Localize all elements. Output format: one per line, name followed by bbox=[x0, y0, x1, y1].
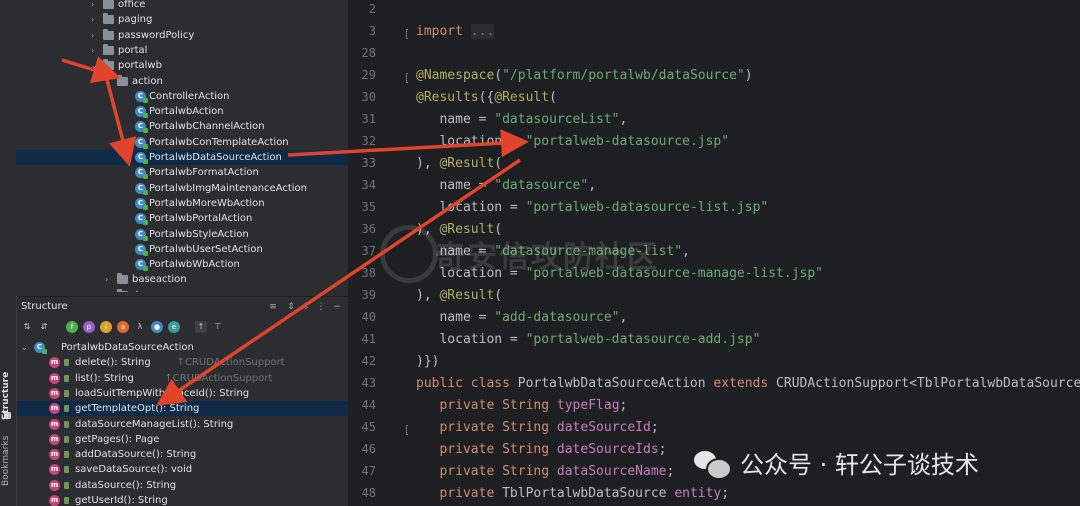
arrow-to-method bbox=[156, 158, 521, 406]
arrow-to-portalwb bbox=[61, 56, 121, 84]
ide-window: › office › paging › passwordPolicy › portal ⌄ por… bbox=[0, 0, 1080, 506]
arrow-to-jsp-location bbox=[287, 129, 529, 158]
arrow-to-action-class bbox=[104, 75, 137, 167]
annotation-arrows bbox=[61, 56, 529, 406]
